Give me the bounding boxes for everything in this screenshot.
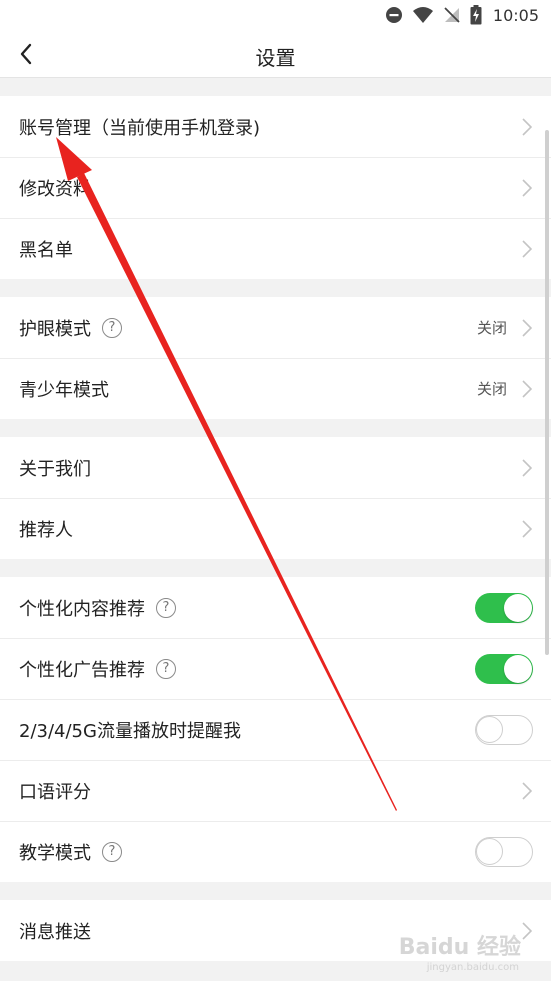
settings-row[interactable]: 关于我们 <box>0 437 551 498</box>
no-signal-icon <box>444 7 460 23</box>
settings-row[interactable]: 个性化广告推荐? <box>0 638 551 699</box>
settings-row[interactable]: 青少年模式 关闭 <box>0 358 551 419</box>
help-icon[interactable]: ? <box>102 317 122 338</box>
settings-row[interactable]: 教学模式? <box>0 821 551 882</box>
chevron-right-icon <box>521 239 533 258</box>
settings-row[interactable]: 修改资料 <box>0 157 551 218</box>
help-icon[interactable]: ? <box>102 841 122 862</box>
settings-list: 账号管理（当前使用手机登录) 修改资料 黑名单 护眼模式? 关闭 青少年模式 关闭 关于我们推… <box>0 78 551 961</box>
settings-row-label: 推荐人 <box>19 519 73 541</box>
settings-row-label: 个性化广告推荐 <box>19 659 145 681</box>
settings-row-label: 口语评分 <box>19 781 91 803</box>
battery-charging-icon <box>470 5 482 25</box>
settings-row[interactable]: 个性化内容推荐? <box>0 577 551 638</box>
chevron-right-icon <box>521 379 533 398</box>
toggle-knob <box>504 593 532 622</box>
settings-group: 账号管理（当前使用手机登录) 修改资料黑名单 <box>0 96 551 279</box>
watermark-url: jingyan.baidu.com <box>426 962 519 973</box>
chevron-right-icon <box>521 921 533 940</box>
chevron-right-icon <box>521 458 533 477</box>
settings-row-value: 关闭 <box>476 380 507 398</box>
chevron-right-icon <box>521 519 533 538</box>
settings-row-label: 修改资料 <box>19 178 91 200</box>
do-not-disturb-icon <box>385 7 402 23</box>
settings-row-value: 关闭 <box>476 319 507 337</box>
settings-row-label: 青少年模式 <box>19 379 109 401</box>
chevron-right-icon <box>521 781 533 800</box>
settings-group: 关于我们 推荐人 <box>0 437 551 559</box>
group-gap <box>0 882 551 900</box>
settings-row-label: 2/3/4/5G流量播放时提醒我 <box>19 720 241 742</box>
settings-row[interactable]: 推荐人 <box>0 498 551 559</box>
toggle-switch[interactable] <box>475 653 533 684</box>
scrollbar[interactable] <box>545 130 549 655</box>
chevron-right-icon <box>521 117 533 136</box>
toggle-knob <box>504 654 532 683</box>
settings-row-label: 教学模式 <box>19 842 91 864</box>
settings-row[interactable]: 账号管理（当前使用手机登录) <box>0 96 551 157</box>
toggle-switch[interactable] <box>475 714 533 745</box>
chevron-right-icon <box>521 318 533 337</box>
settings-group: 护眼模式? 关闭 青少年模式 关闭 <box>0 297 551 419</box>
watermark: Baidu 经验 <box>398 935 521 960</box>
toggle-switch[interactable] <box>475 836 533 867</box>
toggle-switch[interactable] <box>475 592 533 623</box>
settings-row-label: 关于我们 <box>19 458 91 480</box>
group-gap <box>0 78 551 96</box>
settings-row-label: 个性化内容推荐 <box>19 598 145 620</box>
settings-row-label: 护眼模式 <box>19 318 91 340</box>
settings-row[interactable]: 口语评分 <box>0 760 551 821</box>
nav-bar: 设置 <box>0 30 551 78</box>
settings-row-label: 黑名单 <box>19 239 73 261</box>
group-gap <box>0 419 551 437</box>
page-title: 设置 <box>255 46 296 70</box>
group-gap <box>0 559 551 577</box>
wifi-icon <box>412 7 433 23</box>
status-bar: 10:05 <box>0 0 551 30</box>
help-icon[interactable]: ? <box>156 597 176 618</box>
settings-row[interactable]: 2/3/4/5G流量播放时提醒我 <box>0 699 551 760</box>
settings-row[interactable]: 黑名单 <box>0 218 551 279</box>
chevron-right-icon <box>521 178 533 197</box>
settings-row-label: 账号管理（当前使用手机登录) <box>19 117 261 139</box>
toggle-knob <box>476 837 503 865</box>
settings-row-label: 消息推送 <box>19 921 91 943</box>
settings-row[interactable]: 护眼模式? 关闭 <box>0 297 551 358</box>
group-gap <box>0 279 551 297</box>
toggle-knob <box>476 715 503 743</box>
status-time: 10:05 <box>492 5 539 25</box>
settings-group: 个性化内容推荐? 个性化广告推荐? 2/3/4/5G流量播放时提醒我 口语评分 教学模式… <box>0 577 551 882</box>
help-icon[interactable]: ? <box>156 658 176 679</box>
